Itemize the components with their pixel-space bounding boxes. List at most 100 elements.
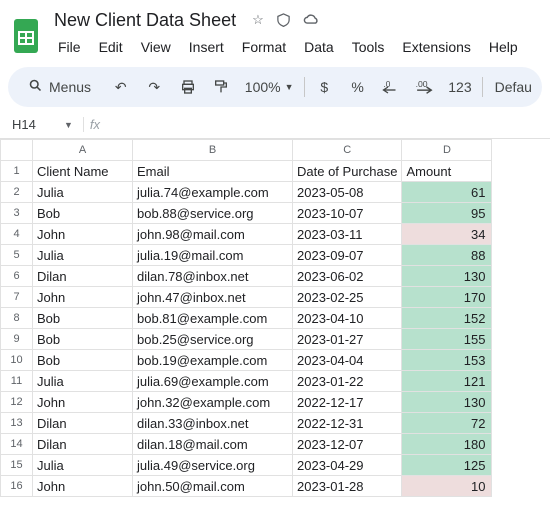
- cell[interactable]: dilan.33@inbox.net: [133, 413, 293, 434]
- cell[interactable]: 2023-10-07: [293, 203, 402, 224]
- print-button[interactable]: [174, 73, 201, 101]
- cell[interactable]: John: [33, 476, 133, 497]
- increase-decimal-button[interactable]: .00: [411, 73, 438, 101]
- cell[interactable]: 2022-12-31: [293, 413, 402, 434]
- cell[interactable]: Julia: [33, 182, 133, 203]
- cell[interactable]: john.98@mail.com: [133, 224, 293, 245]
- menu-data[interactable]: Data: [296, 35, 342, 59]
- select-all-corner[interactable]: [1, 140, 33, 161]
- menu-file[interactable]: File: [50, 35, 89, 59]
- cell[interactable]: julia.49@service.org: [133, 455, 293, 476]
- cell[interactable]: john.47@inbox.net: [133, 287, 293, 308]
- row-header[interactable]: 9: [1, 329, 33, 350]
- cell[interactable]: John: [33, 224, 133, 245]
- menu-insert[interactable]: Insert: [181, 35, 232, 59]
- cell[interactable]: Dilan: [33, 434, 133, 455]
- cell[interactable]: bob.25@service.org: [133, 329, 293, 350]
- cell[interactable]: 34: [402, 224, 492, 245]
- menu-extensions[interactable]: Extensions: [394, 35, 478, 59]
- row-header[interactable]: 5: [1, 245, 33, 266]
- currency-button[interactable]: $: [311, 73, 338, 101]
- cloud-icon[interactable]: [303, 12, 320, 30]
- cell[interactable]: 72: [402, 413, 492, 434]
- cell[interactable]: 88: [402, 245, 492, 266]
- col-header-C[interactable]: C: [293, 140, 402, 161]
- cell[interactable]: 2023-06-02: [293, 266, 402, 287]
- cell[interactable]: 2023-09-07: [293, 245, 402, 266]
- cell[interactable]: 180: [402, 434, 492, 455]
- star-icon[interactable]: ☆: [252, 12, 264, 30]
- number-format-button[interactable]: 123: [444, 73, 475, 101]
- cell[interactable]: Date of Purchase: [293, 161, 402, 182]
- sheets-logo[interactable]: [12, 18, 40, 54]
- cell[interactable]: Amount: [402, 161, 492, 182]
- row-header[interactable]: 13: [1, 413, 33, 434]
- col-header-B[interactable]: B: [133, 140, 293, 161]
- cell[interactable]: 2023-04-04: [293, 350, 402, 371]
- cell[interactable]: 170: [402, 287, 492, 308]
- cell[interactable]: John: [33, 392, 133, 413]
- cell[interactable]: Client Name: [33, 161, 133, 182]
- name-box[interactable]: H14: [6, 115, 58, 134]
- decrease-decimal-button[interactable]: .0: [377, 73, 404, 101]
- menu-tools[interactable]: Tools: [344, 35, 393, 59]
- menu-edit[interactable]: Edit: [91, 35, 131, 59]
- spreadsheet-grid[interactable]: ABCD 1Client NameEmailDate of PurchaseAm…: [0, 139, 492, 497]
- cell[interactable]: John: [33, 287, 133, 308]
- cell[interactable]: Bob: [33, 308, 133, 329]
- cell[interactable]: Julia: [33, 371, 133, 392]
- cell[interactable]: Bob: [33, 350, 133, 371]
- row-header[interactable]: 16: [1, 476, 33, 497]
- row-header[interactable]: 6: [1, 266, 33, 287]
- cell[interactable]: Dilan: [33, 413, 133, 434]
- cell[interactable]: 2023-01-28: [293, 476, 402, 497]
- cell[interactable]: julia.74@example.com: [133, 182, 293, 203]
- move-icon[interactable]: [276, 12, 291, 30]
- cell[interactable]: john.50@mail.com: [133, 476, 293, 497]
- cell[interactable]: bob.81@example.com: [133, 308, 293, 329]
- row-header[interactable]: 14: [1, 434, 33, 455]
- row-header[interactable]: 1: [1, 161, 33, 182]
- row-header[interactable]: 2: [1, 182, 33, 203]
- cell[interactable]: 121: [402, 371, 492, 392]
- cell[interactable]: 153: [402, 350, 492, 371]
- cell[interactable]: Julia: [33, 455, 133, 476]
- cell[interactable]: 2023-03-11: [293, 224, 402, 245]
- row-header[interactable]: 11: [1, 371, 33, 392]
- redo-button[interactable]: ↷: [140, 73, 167, 101]
- undo-button[interactable]: ↶: [107, 73, 134, 101]
- cell[interactable]: 2022-12-17: [293, 392, 402, 413]
- cell[interactable]: bob.19@example.com: [133, 350, 293, 371]
- col-header-A[interactable]: A: [33, 140, 133, 161]
- cell[interactable]: 2023-01-27: [293, 329, 402, 350]
- paint-format-button[interactable]: [207, 73, 234, 101]
- cell[interactable]: Email: [133, 161, 293, 182]
- cell[interactable]: 61: [402, 182, 492, 203]
- percent-button[interactable]: %: [344, 73, 371, 101]
- row-header[interactable]: 7: [1, 287, 33, 308]
- namebox-dropdown-icon[interactable]: ▼: [64, 120, 73, 130]
- cell[interactable]: bob.88@service.org: [133, 203, 293, 224]
- menu-view[interactable]: View: [133, 35, 179, 59]
- cell[interactable]: 2023-01-22: [293, 371, 402, 392]
- cell[interactable]: Bob: [33, 329, 133, 350]
- cell[interactable]: 2023-05-08: [293, 182, 402, 203]
- document-title[interactable]: New Client Data Sheet: [50, 8, 240, 33]
- cell[interactable]: 2023-04-29: [293, 455, 402, 476]
- cell[interactable]: julia.69@example.com: [133, 371, 293, 392]
- col-header-D[interactable]: D: [402, 140, 492, 161]
- cell[interactable]: dilan.78@inbox.net: [133, 266, 293, 287]
- cell[interactable]: Dilan: [33, 266, 133, 287]
- cell[interactable]: 152: [402, 308, 492, 329]
- cell[interactable]: 2023-04-10: [293, 308, 402, 329]
- cell[interactable]: 2023-12-07: [293, 434, 402, 455]
- cell[interactable]: 10: [402, 476, 492, 497]
- cell[interactable]: 125: [402, 455, 492, 476]
- cell[interactable]: julia.19@mail.com: [133, 245, 293, 266]
- menu-search[interactable]: Menus: [18, 74, 101, 100]
- cell[interactable]: dilan.18@mail.com: [133, 434, 293, 455]
- menu-format[interactable]: Format: [234, 35, 294, 59]
- cell[interactable]: 130: [402, 266, 492, 287]
- row-header[interactable]: 10: [1, 350, 33, 371]
- cell[interactable]: 155: [402, 329, 492, 350]
